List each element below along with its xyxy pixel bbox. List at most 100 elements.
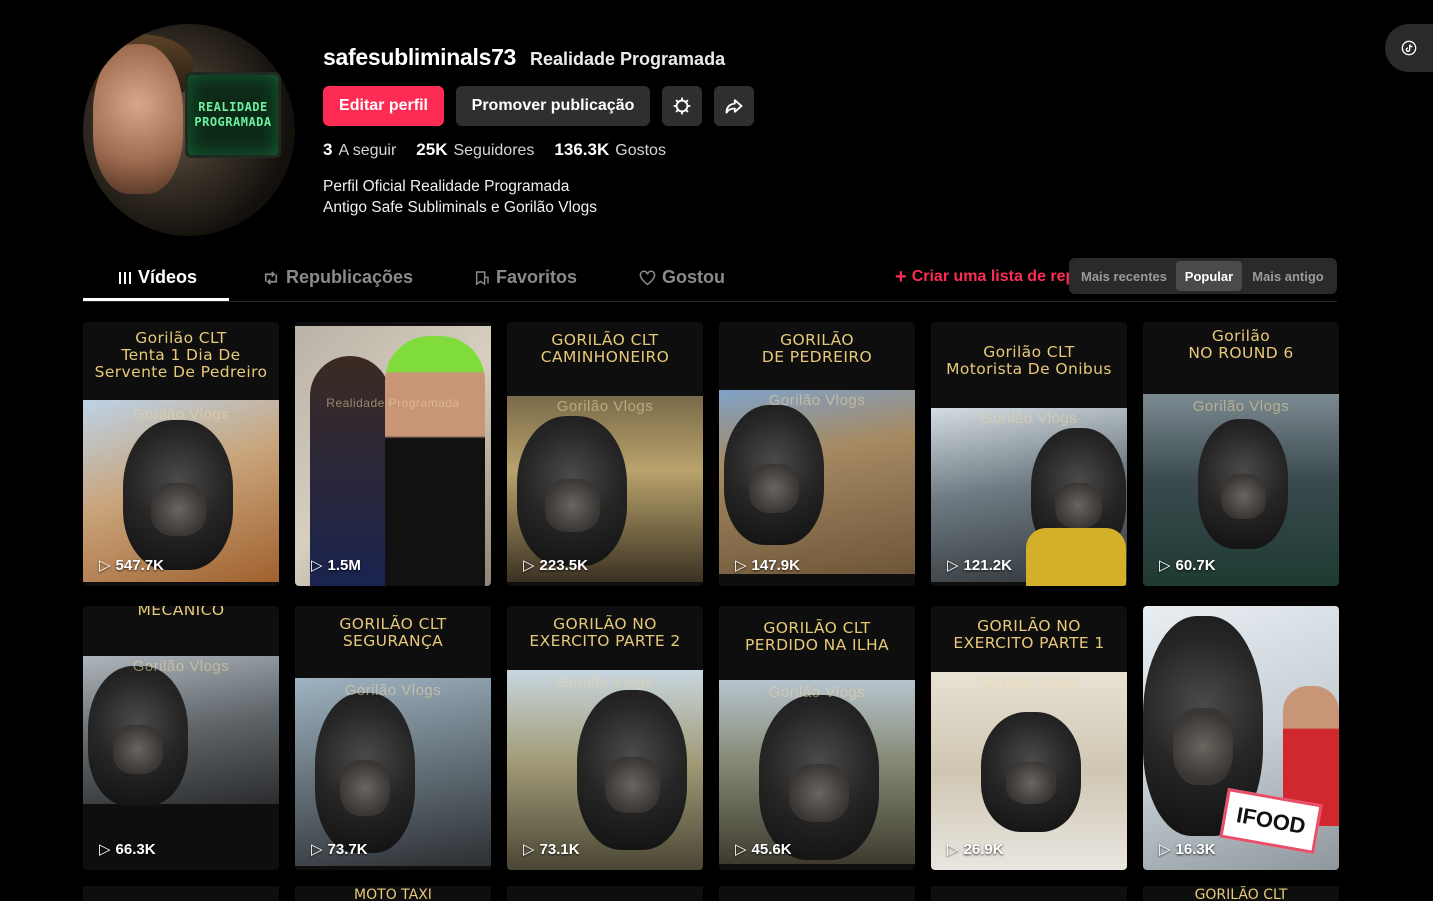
video-card[interactable]: GORILÃO CLT PERDIDO NA ILHA Gorilão Vlog… [719, 606, 915, 870]
video-card[interactable]: Gorilão CLT Tenta 1 Dia De Servente De P… [83, 322, 279, 586]
video-card[interactable]: GORILÃO NO EXERCITO PARTE 1 Gorilão Vlog… [931, 606, 1127, 870]
video-watermark: Gorilão Vlogs [556, 674, 654, 691]
bookmark-icon [475, 270, 489, 285]
view-count-value: 26.9K [963, 840, 1004, 858]
heart-icon [639, 269, 656, 285]
settings-button[interactable] [662, 86, 702, 126]
gorilla-figure [759, 695, 879, 860]
followers-count: 25K [416, 140, 448, 159]
view-count-value: 547.7K [115, 556, 164, 574]
video-card[interactable]: GORILÃO CLT CAMINHONEIRO Gorilão Vlogs ▷… [507, 322, 703, 586]
video-card[interactable]: MECANICO Gorilão Vlogs ▷ 66.3K [83, 606, 279, 870]
video-grid: Gorilão CLT Tenta 1 Dia De Servente De P… [83, 322, 1339, 870]
promote-post-button[interactable]: Promover publicação [456, 86, 650, 126]
view-count-value: 16.3K [1175, 840, 1216, 858]
avatar-screen-text-2: PROGRAMADA [194, 115, 272, 129]
video-title-line: Tenta 1 Dia De [121, 346, 241, 364]
video-title: MECANICO [83, 606, 279, 619]
video-card-partial[interactable]: MOTO TAXI [295, 886, 491, 901]
share-profile-button[interactable] [714, 86, 754, 126]
video-watermark: Gorilão Vlogs [344, 682, 442, 699]
profile-avatar[interactable]: REALIDADE PROGRAMADA [83, 24, 295, 236]
play-icon: ▷ [735, 841, 747, 858]
video-title-line: Motorista De Onibus [946, 360, 1112, 378]
gorilla-figure [88, 666, 188, 806]
tab-videos[interactable]: Vídeos [118, 267, 197, 288]
video-watermark: Gorilão Vlogs [556, 398, 654, 415]
video-title: GORILÃO NO EXERCITO PARTE 2 [507, 616, 703, 650]
video-title-line: NO ROUND 6 [1188, 344, 1294, 362]
profile-tabs: Vídeos Republicações Favoritos Gostou + … [83, 256, 1337, 302]
video-card-partial[interactable] [719, 886, 915, 901]
video-title-line: Gorilão [1211, 327, 1271, 345]
tab-favorites[interactable]: Favoritos [474, 267, 577, 288]
view-count: ▷ 60.7K [1159, 556, 1216, 575]
gear-icon [673, 97, 691, 115]
view-count-value: 223.5K [539, 556, 588, 574]
video-title: GORILÃO NO EXERCITO PARTE 1 [931, 618, 1127, 652]
video-card[interactable]: IFOOD ▷ 16.3K [1143, 606, 1339, 870]
video-card[interactable]: Gorilão CLT Motorista De Onibus Gorilão … [931, 322, 1127, 586]
following-stat[interactable]: 3 A seguir [323, 140, 396, 160]
view-count-value: 147.9K [751, 556, 800, 574]
video-card[interactable]: GORILÃO DE PEDREIRO Gorilão Vlogs ▷ 147.9… [719, 322, 915, 586]
followers-stat[interactable]: 25K Seguidores [416, 140, 534, 160]
video-watermark: Gorilão Vlogs [980, 410, 1078, 427]
edit-profile-button[interactable]: Editar perfil [323, 86, 444, 126]
music-note-icon [1401, 40, 1417, 56]
video-title: Gorilão CLT Motorista De Onibus [931, 344, 1127, 378]
view-count: ▷ 147.9K [735, 556, 800, 575]
video-title: GORILÃO DE PEDREIRO [719, 332, 915, 366]
tab-favorites-label: Favoritos [496, 267, 578, 287]
tiktok-studio-button[interactable] [1385, 24, 1433, 72]
video-card[interactable]: GORILÃO CLT SEGURANÇA Gorilão Vlogs ▷ 73.… [295, 606, 491, 870]
video-card[interactable]: Gorilão NO ROUND 6 Gorilão Vlogs ▷ 60.7K [1143, 322, 1339, 586]
person-figure [385, 336, 485, 586]
sort-oldest[interactable]: Mais antigo [1242, 261, 1334, 291]
video-title-line: GORILÃO NO [553, 615, 657, 633]
avatar-screen-text-1: REALIDADE [198, 100, 268, 114]
tab-liked[interactable]: Gostou [639, 267, 725, 288]
video-card[interactable]: GORILÃO NO EXERCITO PARTE 2 Gorilão Vlog… [507, 606, 703, 870]
avatar-face [93, 44, 183, 194]
view-count: ▷ 26.9K [947, 840, 1004, 859]
video-card-partial[interactable] [931, 886, 1127, 901]
gorilla-figure [517, 416, 627, 566]
following-label: A seguir [338, 142, 397, 159]
sort-popular[interactable]: Popular [1176, 261, 1242, 291]
gorilla-figure [724, 405, 824, 545]
followers-label: Seguidores [453, 142, 535, 159]
tab-reposts-label: Republicações [286, 267, 414, 287]
video-card[interactable]: Realidade Programada ▷ 1.5M [295, 322, 491, 586]
video-watermark: Realidade Programada [326, 396, 460, 410]
grid-icon [119, 271, 131, 284]
sort-toggle: Mais recentes Popular Mais antigo [1069, 258, 1337, 294]
view-count: ▷ 223.5K [523, 556, 588, 575]
active-tab-indicator [83, 298, 229, 301]
video-card-partial[interactable]: GORILÃO CLT [1143, 886, 1339, 901]
video-title-line: Gorilão CLT [135, 329, 227, 347]
tab-reposts[interactable]: Republicações [262, 267, 413, 288]
video-title-line: GORILÃO CLT [339, 615, 447, 633]
video-watermark: Gorilão Vlogs [1192, 398, 1290, 415]
video-watermark: Gorilão Vlogs [768, 684, 866, 701]
view-count: ▷ 45.6K [735, 840, 792, 859]
profile-stats: 3 A seguir 25K Seguidores 136.3K Gostos [323, 140, 666, 160]
play-icon: ▷ [311, 557, 323, 574]
play-icon: ▷ [523, 841, 535, 858]
repost-icon [264, 270, 278, 285]
video-title-line: SEGURANÇA [342, 632, 444, 650]
video-card-partial[interactable] [83, 886, 279, 901]
view-count: ▷ 121.2K [947, 556, 1012, 575]
person-figure [310, 356, 390, 586]
video-watermark: Gorilão Vlogs [132, 406, 230, 423]
gorilla-figure [315, 693, 415, 853]
view-count-value: 1.5M [327, 556, 361, 574]
video-title-line: Gorilão CLT [983, 343, 1075, 361]
play-icon: ▷ [947, 841, 959, 858]
view-count-value: 60.7K [1175, 556, 1216, 574]
sort-recent[interactable]: Mais recentes [1072, 261, 1176, 291]
video-card-partial[interactable] [507, 886, 703, 901]
video-title-line: GORILÃO [780, 331, 854, 349]
video-title-line: DE PEDREIRO [761, 348, 873, 366]
